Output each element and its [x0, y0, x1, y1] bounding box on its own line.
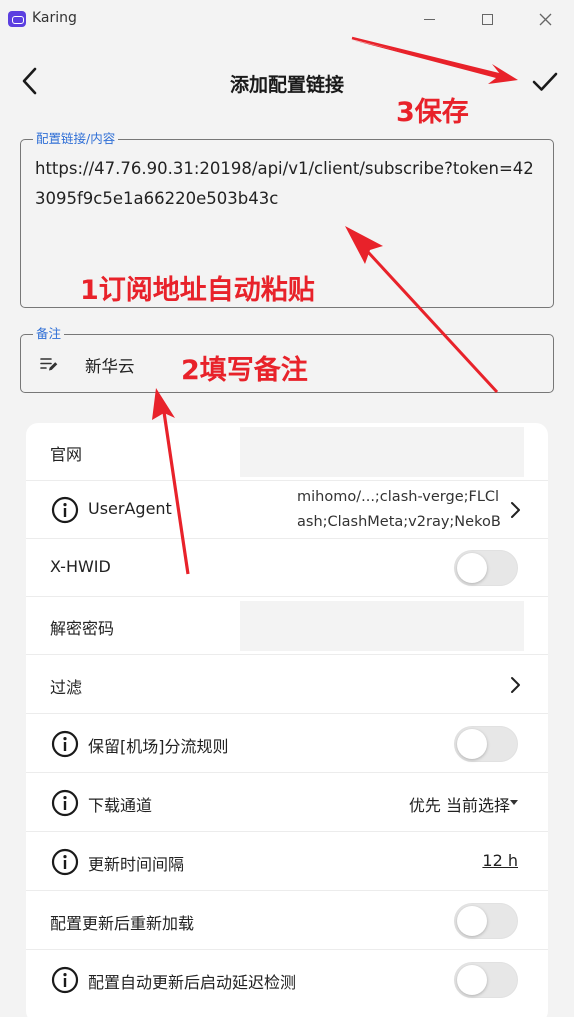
latency-test-toggle[interactable] [454, 962, 518, 998]
chevron-right-icon [511, 502, 520, 518]
reload-after-update-label: 配置更新后重新加载 [50, 914, 195, 933]
save-button[interactable] [526, 64, 564, 100]
toggle-knob [457, 906, 487, 936]
info-icon[interactable] [51, 966, 79, 994]
settings-row-reload-after-update: 配置更新后重新加载 [26, 892, 548, 950]
info-icon[interactable] [51, 789, 79, 817]
settings-row-useragent[interactable]: UserAgent mihomo/...;clash-verge;FLClash… [26, 481, 548, 539]
check-icon [532, 72, 558, 91]
update-interval-label: 更新时间间隔 [88, 855, 185, 874]
close-icon [539, 13, 551, 25]
filter-label: 过滤 [50, 678, 83, 697]
useragent-label: UserAgent [88, 499, 172, 518]
edit-note-icon [40, 358, 58, 371]
remark-input[interactable]: 新华云 [85, 353, 135, 377]
toggle-knob [457, 965, 487, 995]
xhwid-toggle[interactable] [454, 550, 518, 586]
remark-label: 备注 [33, 325, 65, 343]
download-channel-select[interactable]: 优先 当前选择 [409, 792, 510, 816]
info-icon[interactable] [51, 496, 79, 524]
reload-after-update-toggle[interactable] [454, 903, 518, 939]
window-titlebar: Karing [0, 0, 574, 38]
settings-row-filter[interactable]: 过滤 [26, 656, 548, 714]
keep-rules-toggle[interactable] [454, 726, 518, 762]
settings-card: 官网 UserAgent mihomo/...;clash-verge;FLCl… [26, 423, 548, 1017]
window-title: Karing [32, 10, 77, 26]
annotation-step1: 1订阅地址自动粘贴 [80, 275, 315, 306]
settings-row-latency-test: 配置自动更新后启动延迟检测 [26, 951, 548, 1009]
settings-row-keep-rules: 保留[机场]分流规则 [26, 715, 548, 773]
page-title: 添加配置链接 [229, 74, 344, 96]
config-link-input[interactable]: https://47.76.90.31:20198/api/v1/client/… [35, 154, 535, 214]
website-label: 官网 [50, 445, 83, 464]
maximize-icon [481, 13, 493, 25]
minimize-button[interactable] [406, 4, 452, 34]
settings-row-xhwid: X-HWID [26, 539, 548, 597]
settings-row-website: 官网 [26, 423, 548, 481]
settings-row-decrypt-password: 解密密码 [26, 597, 548, 655]
xhwid-label: X-HWID [50, 557, 111, 576]
toggle-knob [457, 729, 487, 759]
info-icon[interactable] [51, 848, 79, 876]
settings-row-download-channel[interactable]: 下载通道 优先 当前选择 [26, 774, 548, 832]
chevron-right-icon [511, 677, 520, 693]
settings-row-update-interval: 更新时间间隔 12 h [26, 833, 548, 891]
maximize-button[interactable] [464, 4, 510, 34]
close-button[interactable] [522, 4, 568, 34]
website-input[interactable] [240, 427, 524, 477]
caret-down-icon [510, 800, 518, 805]
download-channel-label: 下载通道 [88, 796, 153, 815]
config-link-label: 配置链接/内容 [33, 130, 119, 148]
info-icon[interactable] [51, 730, 79, 758]
minimize-icon [423, 18, 435, 20]
latency-test-label: 配置自动更新后启动延迟检测 [88, 973, 297, 992]
decrypt-password-label: 解密密码 [50, 619, 115, 638]
toggle-knob [457, 553, 487, 583]
annotation-step3: 3保存 [396, 97, 469, 128]
annotation-step2: 2填写备注 [181, 355, 308, 386]
decrypt-password-input[interactable] [240, 601, 524, 651]
useragent-value: mihomo/...;clash-verge;FLClash;ClashMeta… [297, 489, 501, 530]
keep-rules-label: 保留[机场]分流规则 [88, 737, 229, 756]
update-interval-value[interactable]: 12 h [482, 851, 518, 870]
karing-logo-icon [8, 11, 26, 27]
